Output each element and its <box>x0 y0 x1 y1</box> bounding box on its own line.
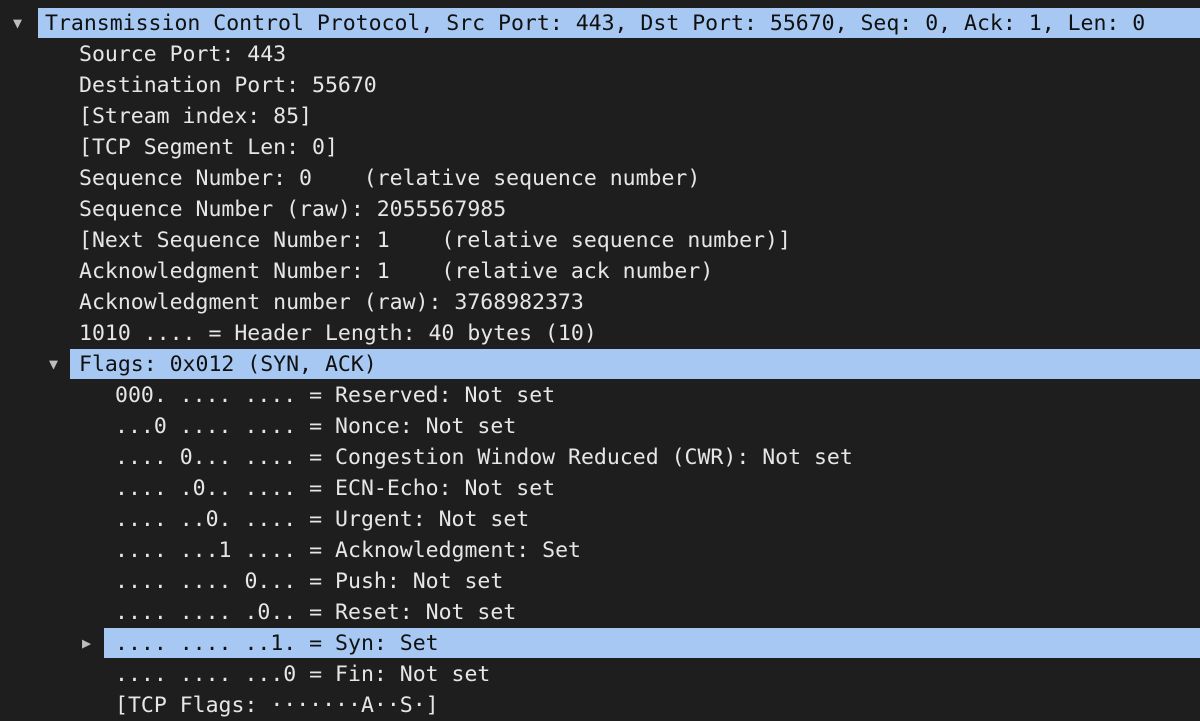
tree-row-label: 000. .... .... = Reserved: Not set <box>115 383 556 408</box>
tree-row-label: Acknowledgment Number: 1 (relative ack n… <box>79 259 714 284</box>
triangle-down-icon[interactable]: ▼ <box>49 349 58 380</box>
tree-row-label: [Next Sequence Number: 1 (relative seque… <box>79 228 791 253</box>
tree-row-label: [Stream index: 85] <box>79 104 312 129</box>
tree-row-header-length[interactable]: 1010 .... = Header Length: 40 bytes (10) <box>0 318 1200 349</box>
tree-row-label: .... ...1 .... = Acknowledgment: Set <box>115 538 581 563</box>
tree-row-label: Sequence Number (raw): 2055567985 <box>79 197 507 222</box>
tree-row-label: ...0 .... .... = Nonce: Not set <box>115 414 517 439</box>
tree-row-flag-urgent[interactable]: .... ..0. .... = Urgent: Not set <box>0 504 1200 535</box>
tree-row-label: .... ..0. .... = Urgent: Not set <box>115 507 530 532</box>
packet-detail-tree: ▼ Transmission Control Protocol, Src Port… <box>0 0 1200 719</box>
tree-row-flag-acknowledgment[interactable]: .... ...1 .... = Acknowledgment: Set <box>0 535 1200 566</box>
tree-row-label: .... 0... .... = Congestion Window Reduc… <box>115 445 853 470</box>
tree-row-acknowledgment-number-raw[interactable]: Acknowledgment number (raw): 3768982373 <box>0 287 1200 318</box>
tree-row-label: 1010 .... = Header Length: 40 bytes (10) <box>79 321 597 346</box>
tree-row-label: Transmission Control Protocol, Src Port:… <box>45 11 1146 36</box>
tree-row-label: Destination Port: 55670 <box>79 73 377 98</box>
triangle-down-icon[interactable]: ▼ <box>13 8 22 39</box>
tree-row-acknowledgment-number[interactable]: Acknowledgment Number: 1 (relative ack n… <box>0 256 1200 287</box>
tree-row-tcp-header[interactable]: ▼ Transmission Control Protocol, Src Port… <box>0 8 1200 39</box>
tree-row-flag-fin[interactable]: .... .... ...0 = Fin: Not set <box>0 659 1200 690</box>
tree-row-label: .... .... ..1. = Syn: Set <box>115 631 439 656</box>
tree-row-label: Source Port: 443 <box>79 42 287 67</box>
tree-row-flag-reserved[interactable]: 000. .... .... = Reserved: Not set <box>0 380 1200 411</box>
tree-row-label: [TCP Segment Len: 0] <box>79 135 338 160</box>
tree-row-label: .... .... 0... = Push: Not set <box>115 569 504 594</box>
triangle-right-icon[interactable]: ▶ <box>82 628 91 659</box>
tree-row-label: .... .0.. .... = ECN-Echo: Not set <box>115 476 556 501</box>
tree-row-flag-reset[interactable]: .... .... .0.. = Reset: Not set <box>0 597 1200 628</box>
tree-row-label: Flags: 0x012 (SYN, ACK) <box>79 352 377 377</box>
tree-row-label: .... .... .0.. = Reset: Not set <box>115 600 517 625</box>
tree-row-sequence-number[interactable]: Sequence Number: 0 (relative sequence nu… <box>0 163 1200 194</box>
tree-row-tcp-segment-len[interactable]: [TCP Segment Len: 0] <box>0 132 1200 163</box>
tree-row-flag-cwr[interactable]: .... 0... .... = Congestion Window Reduc… <box>0 442 1200 473</box>
tree-row-flags[interactable]: ▼ Flags: 0x012 (SYN, ACK) <box>0 349 1200 380</box>
tree-row-tcp-flags-summary[interactable]: [TCP Flags: ·······A··S·] <box>0 690 1200 721</box>
tree-row-flag-syn[interactable]: ▶ .... .... ..1. = Syn: Set <box>0 628 1200 659</box>
tree-row-flag-nonce[interactable]: ...0 .... .... = Nonce: Not set <box>0 411 1200 442</box>
tree-row-sequence-number-raw[interactable]: Sequence Number (raw): 2055567985 <box>0 194 1200 225</box>
tree-row-destination-port[interactable]: Destination Port: 55670 <box>0 70 1200 101</box>
tree-row-flag-ecn-echo[interactable]: .... .0.. .... = ECN-Echo: Not set <box>0 473 1200 504</box>
tree-row-stream-index[interactable]: [Stream index: 85] <box>0 101 1200 132</box>
tree-row-label: Acknowledgment number (raw): 3768982373 <box>79 290 584 315</box>
tree-row-flag-push[interactable]: .... .... 0... = Push: Not set <box>0 566 1200 597</box>
tree-row-label: [TCP Flags: ·······A··S·] <box>115 693 439 718</box>
tree-row-label: Sequence Number: 0 (relative sequence nu… <box>79 166 701 191</box>
tree-row-next-sequence-number[interactable]: [Next Sequence Number: 1 (relative seque… <box>0 225 1200 256</box>
tree-row-label: .... .... ...0 = Fin: Not set <box>115 662 491 687</box>
tree-row-source-port[interactable]: Source Port: 443 <box>0 39 1200 70</box>
